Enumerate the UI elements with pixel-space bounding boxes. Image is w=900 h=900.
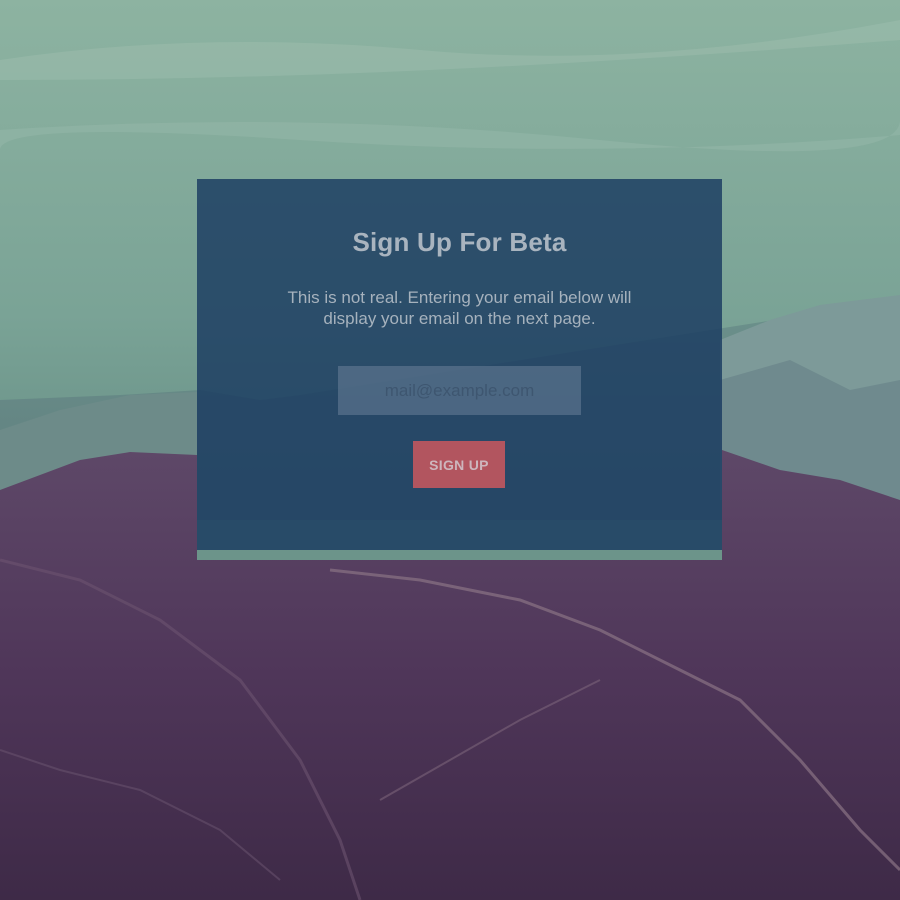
- signup-button[interactable]: SIGN UP: [413, 441, 505, 488]
- signup-card: Sign Up For Beta This is not real. Enter…: [197, 179, 722, 550]
- signup-title: Sign Up For Beta: [352, 227, 567, 257]
- signup-page: Sign Up For Beta This is not real. Enter…: [0, 0, 900, 900]
- email-input[interactable]: [338, 366, 581, 415]
- signup-description: This is not real. Entering your email be…: [287, 288, 632, 328]
